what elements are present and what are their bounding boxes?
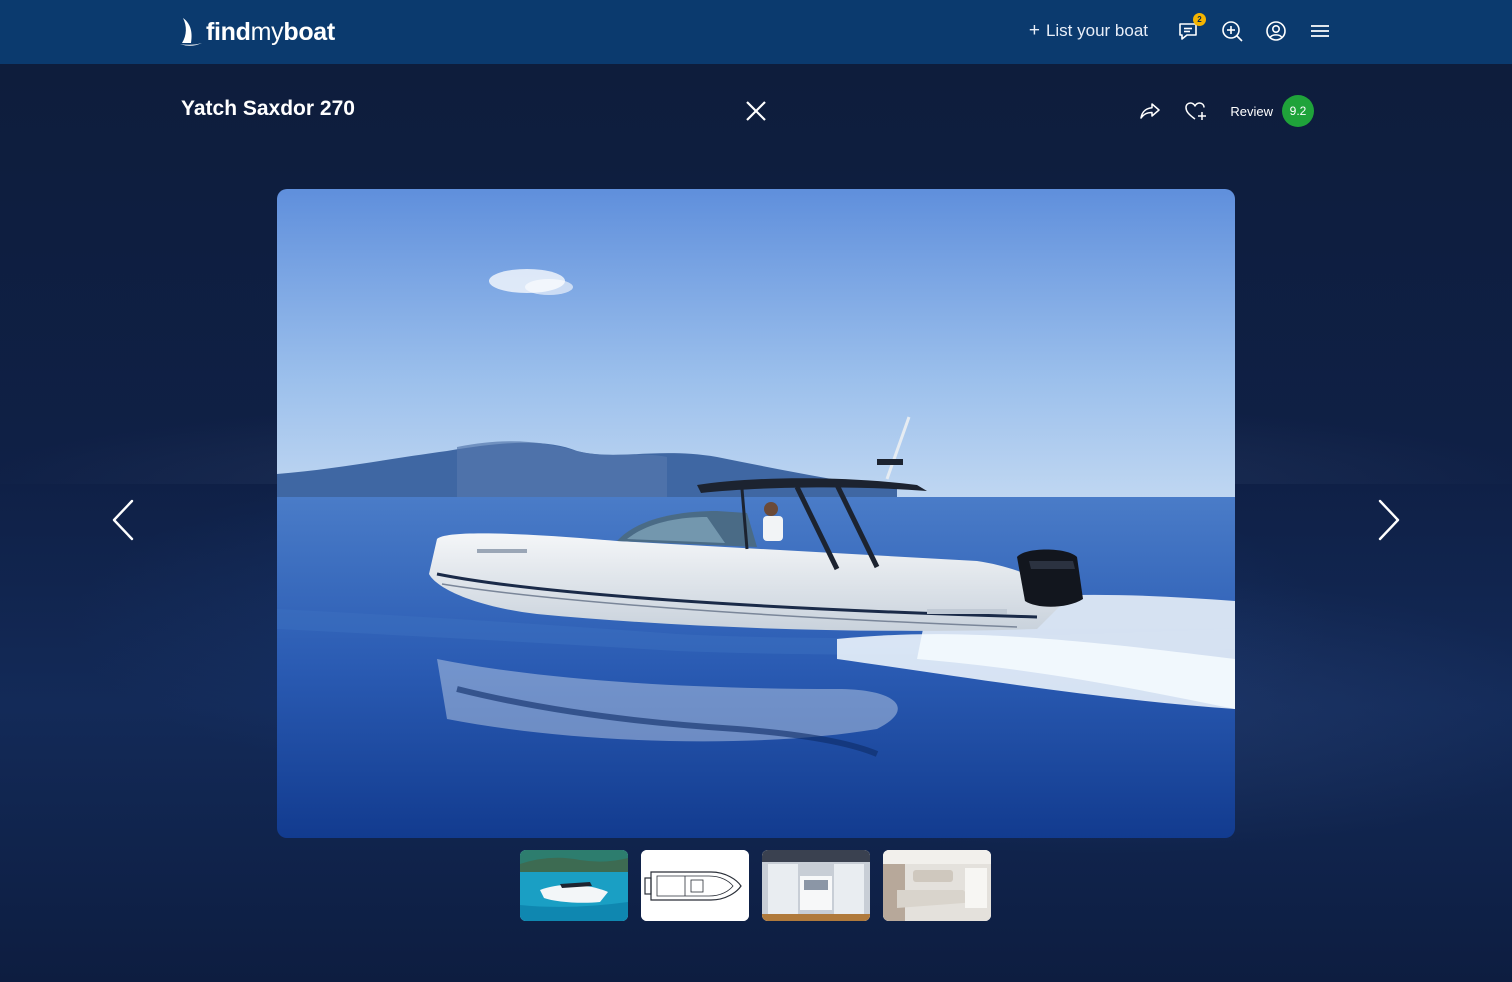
add-to-favorites-button[interactable] — [1184, 99, 1208, 123]
review-label: Review — [1230, 103, 1273, 119]
list-your-boat-link[interactable]: + List your boat — [1029, 20, 1148, 42]
messages-badge: 2 — [1193, 13, 1206, 26]
findmyboat-logo[interactable]: findmyboat — [180, 16, 335, 48]
chevron-left-icon — [112, 499, 134, 541]
thumbnail-cockpit-interior[interactable] — [762, 850, 870, 921]
favorite-add-icon — [1185, 102, 1207, 120]
review-score-badge: 9.2 — [1282, 95, 1314, 127]
thumbnail-cabin-interior[interactable] — [883, 850, 991, 921]
add-search-button[interactable] — [1220, 19, 1244, 43]
messages-button[interactable]: 2 — [1176, 13, 1206, 43]
close-icon — [746, 101, 766, 121]
header-nav: + List your boat 2 — [1029, 13, 1332, 48]
add-search-icon — [1222, 21, 1243, 42]
logo-text-my: my — [250, 17, 284, 46]
gallery-actions: Review 9.2 — [1138, 95, 1314, 127]
share-icon — [1140, 103, 1161, 119]
menu-icon — [1311, 25, 1329, 37]
previous-photo-button[interactable] — [110, 497, 138, 543]
review-score[interactable]: Review 9.2 — [1230, 95, 1314, 127]
logo-text-find: find — [206, 17, 251, 46]
chevron-right-icon — [1378, 499, 1400, 541]
menu-button[interactable] — [1308, 19, 1332, 43]
close-gallery-button[interactable] — [743, 98, 769, 124]
logo-text-boat: boat — [283, 17, 335, 46]
account-button[interactable] — [1264, 19, 1288, 43]
user-icon — [1266, 21, 1286, 41]
list-your-boat-label: List your boat — [1045, 21, 1148, 40]
thumbnail-deck-plan[interactable] — [641, 850, 749, 921]
plus-icon: + — [1028, 20, 1040, 41]
thumbnail-strip — [520, 850, 991, 921]
main-boat-photo — [277, 189, 1235, 838]
thumbnail-boat-at-sea[interactable] — [520, 850, 628, 921]
top-navigation-bar: findmyboat + List your boat 2 — [0, 0, 1512, 64]
share-button[interactable] — [1138, 99, 1162, 123]
gallery-title: Yatch Saxdor 270 — [181, 97, 355, 120]
sail-logo-icon — [180, 18, 202, 46]
next-photo-button[interactable] — [1374, 497, 1402, 543]
